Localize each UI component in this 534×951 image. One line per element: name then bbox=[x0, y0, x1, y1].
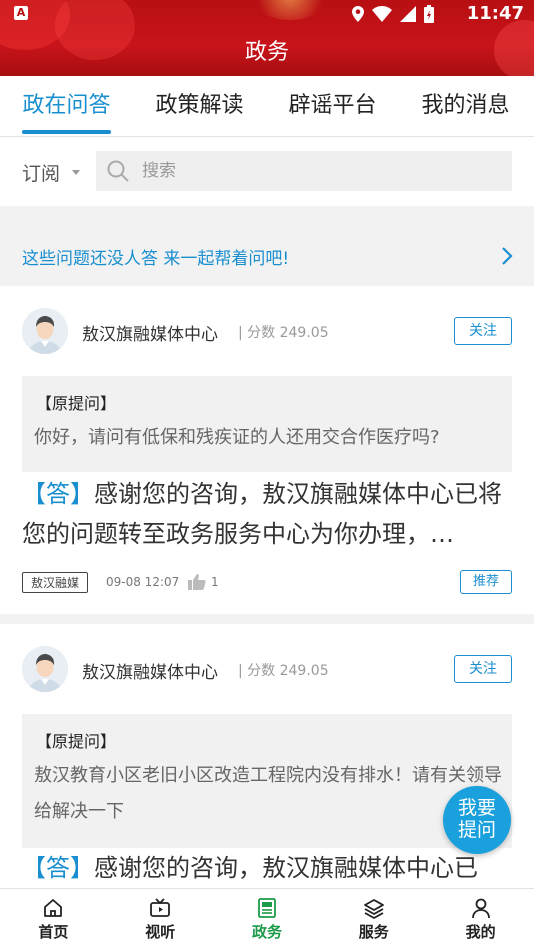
app-header: A 11:47 政务 bbox=[0, 0, 534, 76]
search-icon bbox=[107, 160, 129, 182]
tab-rumor[interactable]: 辟谣平台 bbox=[266, 76, 399, 136]
subscribe-label: 订阅 bbox=[22, 163, 61, 185]
ask-question-button[interactable]: 我要 提问 bbox=[443, 786, 511, 854]
news-icon bbox=[258, 898, 276, 918]
chevron-right-icon bbox=[502, 247, 513, 265]
nav-item-home[interactable]: 首页 bbox=[0, 889, 107, 951]
avatar[interactable] bbox=[22, 308, 68, 354]
thumbs-up-icon[interactable] bbox=[188, 573, 206, 591]
prompt-text: 这些问题还没人答 来一起帮着问吧! bbox=[22, 249, 290, 269]
recommend-button[interactable]: 推荐 bbox=[460, 570, 512, 594]
avatar[interactable] bbox=[22, 646, 68, 692]
tab-messages[interactable]: 我的消息 bbox=[399, 76, 532, 136]
nav-label: 首页 bbox=[38, 923, 69, 941]
status-icons bbox=[352, 5, 434, 23]
author-name[interactable]: 敖汉旗融媒体中心 bbox=[82, 320, 218, 345]
follow-button[interactable]: 关注 bbox=[454, 655, 512, 683]
person-icon bbox=[471, 898, 490, 919]
post-time: 09-08 12:07 bbox=[106, 575, 180, 589]
caret-down-icon bbox=[72, 170, 81, 175]
app-notification-icon: A bbox=[14, 6, 28, 20]
nav-item-services[interactable]: 服务 bbox=[320, 889, 427, 951]
status-bar: A 11:47 bbox=[0, 0, 534, 28]
search-input[interactable] bbox=[140, 160, 484, 182]
wifi-icon bbox=[372, 6, 392, 22]
bottom-nav: 首页 视听 政务 服务 我的 bbox=[0, 888, 534, 951]
home-icon bbox=[44, 899, 63, 917]
question-label: 【原提问】 bbox=[36, 732, 117, 751]
fab-line1: 我要 bbox=[457, 797, 496, 819]
nav-item-media[interactable]: 视听 bbox=[107, 889, 214, 951]
author-score: | 分数 249.05 bbox=[238, 325, 329, 341]
answer-tag: 【答】 bbox=[22, 854, 94, 882]
author-score: | 分数 249.05 bbox=[238, 663, 329, 679]
tab-bar: 政在问答 政策解读 辟谣平台 我的消息 bbox=[0, 76, 534, 137]
question-text: 敖汉教育小区老旧小区改造工程院内没有排水！请有关领导给解决一下 bbox=[34, 765, 502, 822]
answer-text: 【答】感谢您的咨询，敖汉旗融媒体中心已 bbox=[22, 848, 516, 888]
qa-card[interactable]: 敖汉旗融媒体中心 | 分数 249.05 关注 【原提问】 你好，请问有低保和残… bbox=[0, 286, 534, 614]
search-box[interactable] bbox=[96, 151, 512, 191]
question-box: 【原提问】 你好，请问有低保和残疾证的人还用交合作医疗吗? bbox=[22, 376, 512, 472]
nav-label: 政务 bbox=[251, 923, 282, 941]
post-meta: 敖汉融媒 09-08 12:07 1 推荐 bbox=[22, 570, 512, 596]
answer-body: 感谢您的咨询，敖汉旗融媒体中心已 bbox=[94, 854, 478, 882]
nav-label: 视听 bbox=[145, 923, 176, 941]
tab-policy[interactable]: 政策解读 bbox=[133, 76, 266, 136]
avatar-icon bbox=[22, 308, 68, 354]
qa-card[interactable]: 敖汉旗融媒体中心 | 分数 249.05 关注 【原提问】 敖汉教育小区老旧小区… bbox=[0, 624, 534, 894]
nav-label: 我的 bbox=[465, 923, 496, 941]
question-label: 【原提问】 bbox=[36, 394, 117, 413]
subscribe-dropdown[interactable]: 订阅 bbox=[22, 159, 81, 186]
answer-body: 感谢您的咨询，敖汉旗融媒体中心已将您的问题转至政务服务中心为你办理，… bbox=[22, 480, 502, 548]
answer-text: 【答】感谢您的咨询，敖汉旗融媒体中心已将您的问题转至政务服务中心为你办理，… bbox=[22, 474, 516, 554]
status-time: 11:47 bbox=[466, 3, 524, 24]
unanswered-prompt[interactable]: 这些问题还没人答 来一起帮着问吧! bbox=[0, 228, 534, 284]
like-count: 1 bbox=[211, 575, 219, 589]
nav-item-profile[interactable]: 我的 bbox=[427, 889, 534, 951]
signal-icon bbox=[400, 6, 416, 22]
source-tag: 敖汉融媒 bbox=[22, 572, 89, 593]
follow-button[interactable]: 关注 bbox=[454, 317, 512, 345]
fab-line2: 提问 bbox=[457, 819, 496, 841]
layers-icon bbox=[363, 899, 384, 919]
question-text: 你好，请问有低保和残疾证的人还用交合作医疗吗? bbox=[34, 427, 440, 448]
author-name[interactable]: 敖汉旗融媒体中心 bbox=[82, 658, 218, 683]
search-row: 订阅 bbox=[0, 137, 534, 206]
question-box: 【原提问】 敖汉教育小区老旧小区改造工程院内没有排水！请有关领导给解决一下 bbox=[22, 714, 512, 848]
nav-label: 服务 bbox=[358, 923, 389, 941]
battery-icon bbox=[424, 5, 434, 23]
nav-item-government[interactable]: 政务 bbox=[214, 889, 321, 951]
avatar-icon bbox=[22, 646, 68, 692]
tab-qa[interactable]: 政在问答 bbox=[0, 76, 133, 136]
answer-tag: 【答】 bbox=[22, 480, 94, 508]
location-icon bbox=[352, 6, 364, 22]
tv-icon bbox=[150, 898, 171, 917]
page-title: 政务 bbox=[244, 40, 289, 65]
